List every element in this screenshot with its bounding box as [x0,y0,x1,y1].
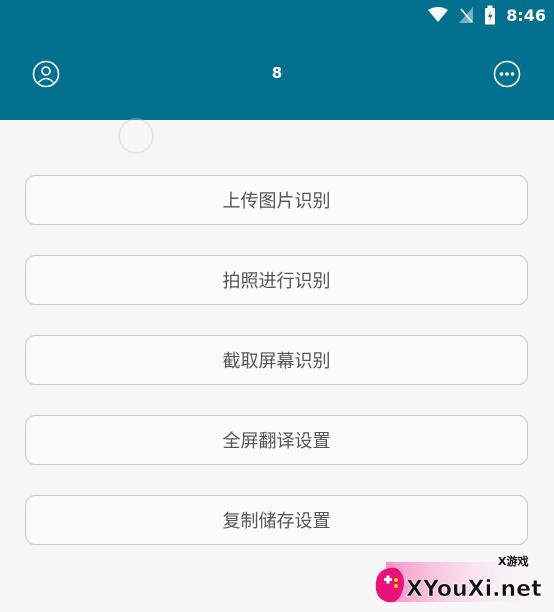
upload-image-recognize-button[interactable]: 上传图片识别 [25,175,528,225]
watermark-tag: X游戏 [498,554,528,568]
site-watermark: X游戏 XYouXi.net [375,554,546,602]
status-time: 8:46 [506,5,546,25]
button-label: 复制储存设置 [222,511,331,532]
button-label: 拍照进行识别 [222,271,331,292]
camera-recognize-button[interactable]: 拍照进行识别 [25,255,528,305]
watermark-brand: XYouXi.net [406,577,542,602]
wifi-icon [428,7,449,22]
page-title: 8 [271,64,283,82]
status-bar: 8:46 [428,5,546,25]
copy-save-settings-button[interactable]: 复制储存设置 [25,495,528,545]
button-label: 全屏翻译设置 [222,431,331,452]
more-icon [493,60,521,88]
button-label: 截取屏幕识别 [222,351,331,372]
button-label: 上传图片识别 [222,191,331,212]
app-header: 8:46 8 [0,0,554,120]
signal-no-sim-icon [459,7,474,23]
touch-ripple [118,118,154,154]
screenshot-recognize-button[interactable]: 截取屏幕识别 [25,335,528,385]
battery-icon [485,5,496,25]
more-options-button[interactable] [493,60,521,88]
fullscreen-translate-settings-button[interactable]: 全屏翻译设置 [25,415,528,465]
